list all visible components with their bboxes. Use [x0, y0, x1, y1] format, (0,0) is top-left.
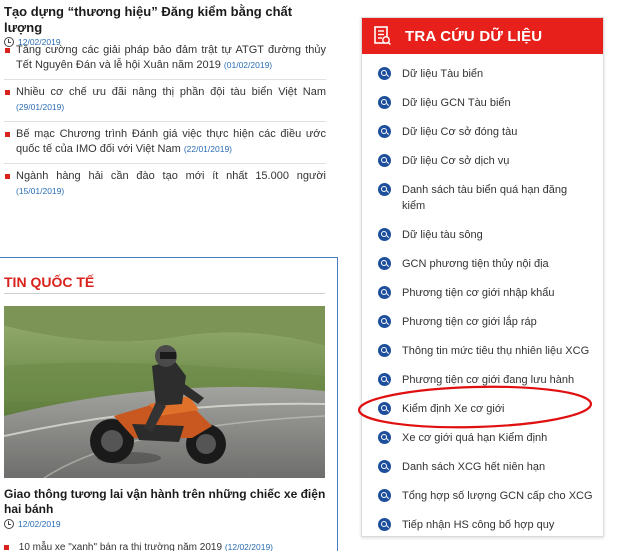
- search-icon: [378, 518, 391, 531]
- search-icon: [378, 96, 391, 109]
- news-item-text[interactable]: Tăng cường các giải pháp bảo đảm trật tự…: [16, 44, 326, 71]
- heading-divider: [4, 293, 325, 294]
- lookup-item-tau-bien[interactable]: Dữ liệu Tàu biển: [362, 60, 603, 89]
- lookup-item-label[interactable]: Xe cơ giới quá hạn Kiểm định: [402, 430, 547, 446]
- lookup-item-co-gioi-lap-rap[interactable]: Phương tiện cơ giới lắp ráp: [362, 308, 603, 337]
- search-icon: [378, 257, 391, 270]
- lookup-item-tau-song[interactable]: Dữ liệu tàu sông: [362, 221, 603, 250]
- news-item-text[interactable]: Bế mạc Chương trình Đánh giá việc thực h…: [16, 128, 326, 155]
- lookup-item-gcn-thuy-noi-dia[interactable]: GCN phương tiện thủy nội địa: [362, 250, 603, 279]
- international-article-date-row: 12/02/2019: [4, 519, 61, 529]
- news-item-date: (15/01/2019): [16, 186, 65, 196]
- search-icon: [378, 154, 391, 167]
- lookup-item-co-gioi-nhap-khau[interactable]: Phương tiện cơ giới nhập khẩu: [362, 279, 603, 308]
- lookup-item-label[interactable]: Dữ liệu Tàu biển: [402, 66, 483, 82]
- search-icon: [378, 125, 391, 138]
- lookup-item-label[interactable]: Phương tiện cơ giới lắp ráp: [402, 314, 537, 330]
- lookup-item-label[interactable]: Phương tiện cơ giới đang lưu hành: [402, 372, 574, 388]
- lookup-item-label[interactable]: Danh sách XCG hết niên hạn: [402, 459, 545, 475]
- lookup-item-label[interactable]: Tổng hợp số lượng GCN cấp cho XCG: [402, 488, 593, 504]
- bullet-icon: [5, 174, 10, 179]
- search-icon: [378, 228, 391, 241]
- search-icon: [378, 431, 391, 444]
- motorcycle-photo[interactable]: [4, 306, 325, 478]
- motorcycle-photo-graphic: [4, 306, 325, 478]
- search-icon: [378, 344, 391, 357]
- database-list-icon: [374, 26, 391, 46]
- news-item-date: (29/01/2019): [16, 102, 65, 112]
- lookup-item-label[interactable]: Dữ liệu Cơ sở dịch vụ: [402, 153, 509, 169]
- international-news-section: TIN QUỐC TẾ Giao thông tương lai vận hàn…: [0, 257, 338, 551]
- lookup-item-qua-han-kiem-dinh[interactable]: Xe cơ giới quá hạn Kiểm định: [362, 424, 603, 453]
- lookup-item-label[interactable]: GCN phương tiện thủy nội địa: [402, 256, 549, 272]
- search-icon: [378, 489, 391, 502]
- search-icon: [378, 460, 391, 473]
- news-item[interactable]: Bế mạc Chương trình Đánh giá việc thực h…: [4, 122, 326, 164]
- search-icon: [378, 286, 391, 299]
- lookup-item-label[interactable]: Phương tiện cơ giới nhập khẩu: [402, 285, 555, 301]
- data-lookup-header: TRA CỨU DỮ LIỆU: [362, 18, 603, 54]
- lookup-item-hop-quy[interactable]: Tiếp nhận HS công bố hợp quy: [362, 511, 603, 540]
- top-article-title[interactable]: Tạo dựng “thương hiệu” Đăng kiểm bằng ch…: [4, 4, 330, 36]
- news-item-text[interactable]: Nhiều cơ chế ưu đãi nâng thị phần đội tà…: [16, 86, 326, 98]
- lookup-item-gcn-tau-bien[interactable]: Dữ liệu GCN Tàu biển: [362, 89, 603, 118]
- search-icon: [378, 373, 391, 386]
- lookup-item-label[interactable]: Dữ liệu tàu sông: [402, 227, 483, 243]
- news-item-date: (22/01/2019): [183, 144, 233, 154]
- news-item[interactable]: Ngành hàng hải cần đào tạo mới ít nhất 1…: [4, 164, 326, 205]
- international-next-item[interactable]: 10 mẫu xe "xanh" bán ra thị trường năm 2…: [4, 542, 273, 551]
- search-icon: [378, 183, 391, 196]
- bullet-icon: [4, 544, 9, 550]
- international-article-date: 12/02/2019: [18, 519, 61, 529]
- lookup-item-label[interactable]: Dữ liệu Cơ sở đóng tàu: [402, 124, 517, 140]
- lookup-item-tong-hop-gcn[interactable]: Tổng hợp số lượng GCN cấp cho XCG: [362, 482, 603, 511]
- lookup-item-het-nien-han[interactable]: Danh sách XCG hết niên hạn: [362, 453, 603, 482]
- search-icon: [378, 315, 391, 328]
- news-item[interactable]: Tăng cường các giải pháp bảo đảm trật tự…: [4, 38, 326, 80]
- news-item-text[interactable]: Ngành hàng hải cần đào tạo mới ít nhất 1…: [16, 170, 326, 182]
- lookup-item-tieu-thu-nhien-lieu[interactable]: Thông tin mức tiêu thụ nhiên liệu XCG: [362, 337, 603, 366]
- clock-icon: [4, 519, 14, 529]
- news-item-date: (01/02/2019): [223, 60, 273, 70]
- international-article-title[interactable]: Giao thông tương lai vận hành trên những…: [4, 487, 330, 517]
- bullet-icon: [5, 48, 10, 53]
- news-column: Tạo dựng “thương hiệu” Đăng kiểm bằng ch…: [0, 0, 338, 551]
- bullet-icon: [5, 132, 10, 137]
- lookup-item-tau-qua-han[interactable]: Danh sách tàu biển quá hạn đăng kiểm: [362, 176, 603, 221]
- data-lookup-panel: TRA CỨU DỮ LIỆU Dữ liệu Tàu biển Dữ liệu…: [361, 17, 604, 537]
- international-next-item-date: (12/02/2019): [224, 542, 274, 551]
- international-news-heading[interactable]: TIN QUỐC TẾ: [4, 274, 94, 290]
- data-lookup-list: Dữ liệu Tàu biển Dữ liệu GCN Tàu biển Dữ…: [362, 54, 603, 540]
- news-list: Tăng cường các giải pháp bảo đảm trật tự…: [4, 38, 326, 205]
- lookup-item-label[interactable]: Dữ liệu GCN Tàu biển: [402, 95, 511, 111]
- lookup-item-label[interactable]: Thông tin mức tiêu thụ nhiên liệu XCG: [402, 343, 589, 359]
- news-item[interactable]: Nhiều cơ chế ưu đãi nâng thị phần đội tà…: [4, 80, 326, 122]
- lookup-item-label[interactable]: Danh sách tàu biển quá hạn đăng kiểm: [402, 182, 593, 214]
- bullet-icon: [5, 90, 10, 95]
- search-icon: [378, 67, 391, 80]
- lookup-item-label[interactable]: Tiếp nhận HS công bố hợp quy: [402, 517, 554, 533]
- search-icon: [378, 402, 391, 415]
- lookup-item-co-so-dich-vu[interactable]: Dữ liệu Cơ sở dịch vụ: [362, 147, 603, 176]
- data-lookup-title: TRA CỨU DỮ LIỆU: [405, 27, 543, 45]
- lookup-item-co-so-dong-tau[interactable]: Dữ liệu Cơ sở đóng tàu: [362, 118, 603, 147]
- lookup-item-dang-luu-hanh[interactable]: Phương tiện cơ giới đang lưu hành: [362, 366, 603, 395]
- international-next-item-text[interactable]: 10 mẫu xe "xanh" bán ra thị trường năm 2…: [19, 542, 222, 551]
- lookup-item-kiem-dinh-xe-co-gioi[interactable]: Kiểm định Xe cơ giới: [362, 395, 603, 424]
- lookup-item-label[interactable]: Kiểm định Xe cơ giới: [402, 401, 504, 417]
